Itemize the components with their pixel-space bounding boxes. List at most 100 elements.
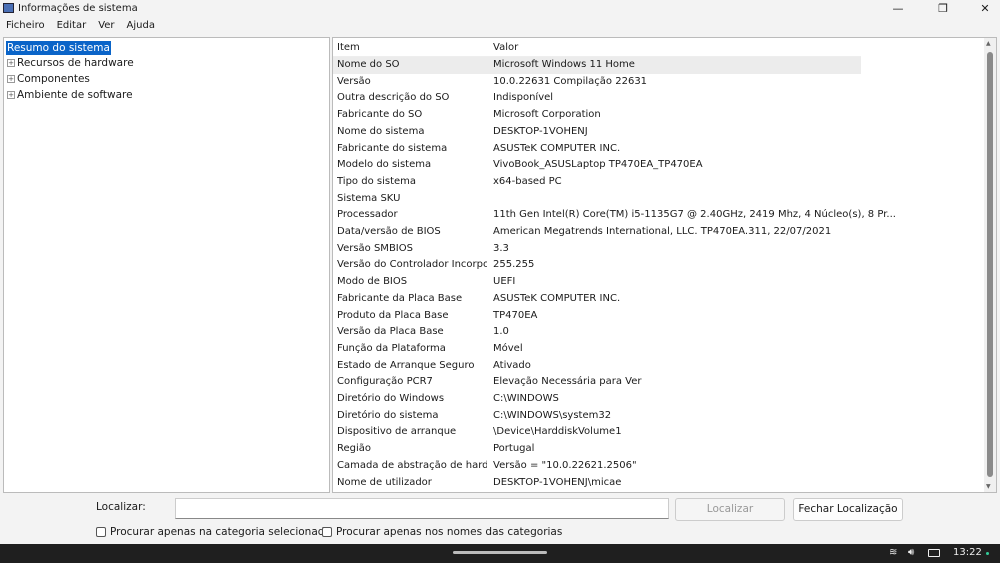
item-cell: Sistema SKU [337,192,401,204]
table-row[interactable]: Diretório do sistema C:\WINDOWS\system32 [333,408,861,425]
tree-item-resumo[interactable]: Resumo do sistema [6,41,111,55]
window-title: Informações de sistema [18,3,138,14]
value-cell: x64-based PC [493,175,562,187]
vertical-scrollbar[interactable]: ▲ ▼ [984,38,996,492]
table-row[interactable]: Camada de abstração de hardw... Versão = … [333,458,861,475]
value-cell: Microsoft Windows 11 Home [493,59,635,70]
tree-item-label: Resumo do sistema [6,41,111,55]
checkbox[interactable] [96,527,106,537]
expand-icon[interactable]: + [7,75,15,83]
table-row[interactable]: Nome do SO Microsoft Windows 11 Home [333,57,861,74]
expand-icon[interactable]: + [7,91,15,99]
checkbox-label: Procurar apenas nos nomes das categorias [336,526,563,538]
item-cell: Nome do SO [337,59,400,70]
maximize-button[interactable]: ❐ [928,1,958,17]
table-row[interactable]: Estado de Arranque Seguro Ativado [333,358,861,375]
search-selected-category-checkbox[interactable]: Procurar apenas na categoria selecionada [96,526,331,538]
table-row[interactable]: Fabricante da Placa Base ASUSTeK COMPUTER… [333,291,861,308]
tree-item-componentes[interactable]: + Componentes [7,72,90,86]
item-cell: Nome de utilizador [337,476,432,488]
table-row[interactable]: Processador 11th Gen Intel(R) Core(TM) i5… [333,207,896,224]
find-input[interactable] [175,498,669,519]
menu-editar[interactable]: Editar [51,18,93,36]
category-tree: Resumo do sistema + Recursos de hardware … [3,37,330,493]
value-cell: 10.0.22631 Compilação 22631 [493,75,648,87]
search-category-names-checkbox[interactable]: Procurar apenas nos nomes das categorias [322,526,562,538]
value-cell: 3.3 [493,242,509,254]
table-row[interactable]: Dispositivo de arranque \Device\HarddiskV… [333,424,861,441]
table-row[interactable]: Nome do sistema DESKTOP-1VOHENJ [333,124,861,141]
value-cell: ASUSTeK COMPUTER INC. [493,142,621,154]
item-cell: Modo de BIOS [337,276,408,288]
home-indicator[interactable] [453,551,547,554]
battery-icon[interactable] [928,549,940,557]
item-cell: Modelo do sistema [337,159,432,171]
item-cell: Região [337,443,372,455]
table-row[interactable]: Versão do Controlador Incorpor... 255.255 [333,257,861,274]
tree-item-hardware[interactable]: + Recursos de hardware [7,56,134,70]
table-row[interactable]: Região Portugal [333,441,861,458]
table-row[interactable]: Data/versão de BIOS American Megatrends I… [333,224,861,241]
item-cell: Diretório do sistema [337,409,439,421]
table-row[interactable]: Diretório do Windows C:\WINDOWS [333,391,861,408]
column-header-valor[interactable]: Valor [493,40,518,57]
list-header: Item Valor [333,40,861,57]
item-cell: Produto da Placa Base [337,309,449,321]
item-cell: Versão [337,75,371,87]
value-cell: VivoBook_ASUSLaptop TP470EA_TP470EA [493,159,703,171]
minimize-button[interactable]: — [883,1,913,17]
checkbox[interactable] [322,527,332,537]
wifi-icon[interactable]: ≋ [889,547,897,558]
table-row[interactable]: Modelo do sistema VivoBook_ASUSLaptop TP4… [333,157,861,174]
item-cell: Fabricante do SO [337,109,423,121]
item-cell: Nome do sistema [337,125,425,137]
value-cell: 255.255 [493,259,535,271]
table-row[interactable]: Outra descrição do SO Indisponível [333,90,861,107]
item-cell: Dispositivo de arranque [337,426,457,438]
scroll-down-arrow-icon[interactable]: ▼ [986,483,991,490]
table-row[interactable]: Função da Plataforma Móvel [333,341,861,358]
column-header-item[interactable]: Item [337,40,487,57]
value-cell: Indisponível [493,92,554,104]
clock[interactable]: 13:22 [953,547,982,558]
scrollbar-thumb[interactable] [987,52,993,477]
table-row[interactable]: Produto da Placa Base TP470EA [333,308,861,325]
table-row[interactable]: Versão da Placa Base 1.0 [333,324,861,341]
table-row[interactable]: Tipo do sistema x64-based PC [333,174,861,191]
value-cell: UEFI [493,276,516,288]
item-cell: Configuração PCR7 [337,376,433,388]
find-label: Localizar: [96,501,146,513]
menu-ver[interactable]: Ver [92,18,120,36]
table-row[interactable]: Fabricante do sistema ASUSTeK COMPUTER IN… [333,141,861,158]
menu-ajuda[interactable]: Ajuda [121,18,161,36]
table-row[interactable]: Versão SMBIOS 3.3 [333,241,861,258]
table-row[interactable]: Modo de BIOS UEFI [333,274,861,291]
tree-item-software[interactable]: + Ambiente de software [7,88,133,102]
tree-item-label: Recursos de hardware [17,57,134,69]
taskbar: ≋ 🔊︎ 13:22 [0,544,1000,563]
menu-bar: Ficheiro Editar Ver Ajuda [0,18,1000,36]
close-button[interactable]: ✕ [970,1,1000,17]
volume-icon[interactable]: 🔊︎ [908,547,914,558]
value-cell: Microsoft Corporation [493,109,601,121]
value-cell: DESKTOP-1VOHENJ\micae [493,476,622,488]
table-row[interactable]: Fabricante do SO Microsoft Corporation [333,107,861,124]
value-cell: Elevação Necessária para Ver [493,376,642,388]
table-row[interactable]: Versão 10.0.22631 Compilação 22631 [333,74,861,91]
table-row[interactable]: Configuração PCR7 Elevação Necessária par… [333,374,861,391]
find-button[interactable]: Localizar [675,498,785,521]
item-cell: Camada de abstração de hardw... [337,459,487,471]
close-find-button[interactable]: Fechar Localização [793,498,903,521]
menu-ficheiro[interactable]: Ficheiro [0,18,51,36]
table-row[interactable]: Sistema SKU [333,191,861,208]
scroll-up-arrow-icon[interactable]: ▲ [986,40,991,47]
item-cell: Outra descrição do SO [337,92,450,104]
item-cell: Processador [337,209,398,221]
item-cell: Diretório do Windows [337,393,445,404]
title-bar: Informações de sistema — ❐ ✕ [0,0,1000,18]
value-cell: DESKTOP-1VOHENJ [493,125,588,137]
value-cell: C:\WINDOWS [493,393,559,404]
expand-icon[interactable]: + [7,59,15,67]
item-cell: Data/versão de BIOS [337,226,441,237]
table-row[interactable]: Nome de utilizador DESKTOP-1VOHENJ\micae [333,475,861,492]
